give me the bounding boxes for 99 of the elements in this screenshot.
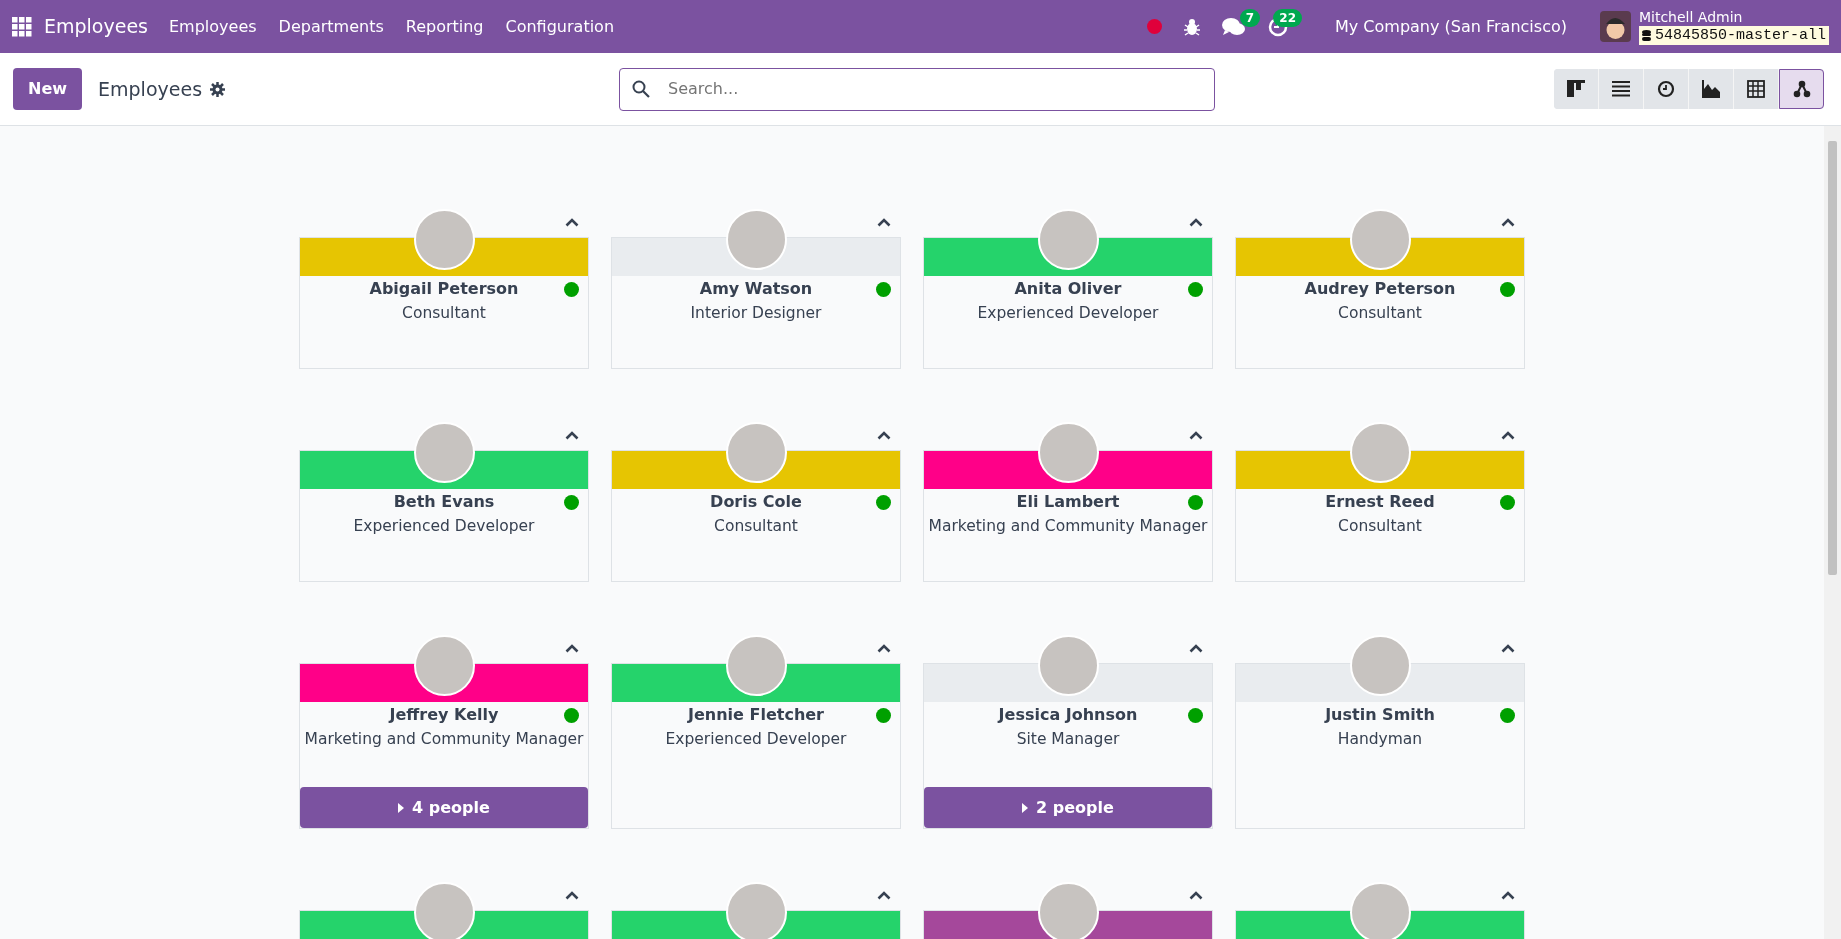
presence-dot (1500, 495, 1515, 510)
presence-dot (876, 708, 891, 723)
clock-icon (1657, 80, 1675, 98)
menu-item[interactable]: Configuration (494, 14, 626, 39)
employee-name: Jeffrey Kelly (389, 704, 499, 726)
chevron-up-icon[interactable] (1189, 891, 1203, 900)
presence-dot (1500, 282, 1515, 297)
presence-dot (876, 495, 891, 510)
job-title: Experienced Developer (352, 516, 536, 537)
employee-card[interactable]: Justin Smith Handyman (1235, 663, 1525, 829)
job-title: Marketing and Community Manager (303, 729, 585, 750)
company-name[interactable]: My Company (San Francisco) (1324, 14, 1578, 39)
presence-dot (876, 282, 891, 297)
settings-icon[interactable] (210, 81, 226, 97)
job-title: Handyman (1336, 729, 1424, 750)
employee-name: Jessica Johnson (998, 704, 1138, 726)
presence-dot (1188, 282, 1203, 297)
chevron-up-icon[interactable] (1189, 218, 1203, 227)
job-title: Experienced Developer (664, 729, 848, 750)
chevron-up-icon[interactable] (877, 891, 891, 900)
employee-name: Anita Oliver (1014, 278, 1122, 300)
menu-item[interactable]: Departments (267, 14, 395, 39)
user-avatar[interactable] (1599, 11, 1631, 42)
presence-dot (564, 282, 579, 297)
database-icon (1641, 29, 1651, 41)
chevron-up-icon[interactable] (1501, 431, 1515, 440)
employee-name: Jennie Fletcher (688, 704, 824, 726)
chevron-up-icon[interactable] (877, 218, 891, 227)
database-name: 54845850-master-all (1638, 25, 1829, 45)
chevron-up-icon[interactable] (565, 431, 579, 440)
activity-count: 22 (1273, 8, 1302, 27)
status-dot-icon[interactable] (1147, 19, 1162, 34)
employee-card[interactable]: Jessica Johnson Site Manager 2 people (923, 663, 1213, 829)
apps-menu-icon[interactable] (12, 16, 32, 37)
employee-name: Justin Smith (1325, 704, 1435, 726)
presence-dot (564, 495, 579, 510)
user-name[interactable]: Mitchell Admin (1638, 8, 1829, 26)
employee-name: Doris Cole (710, 491, 802, 513)
scrollbar[interactable] (1824, 126, 1841, 939)
search-bar[interactable]: Search... (619, 67, 1215, 111)
hierarchy-icon (1792, 80, 1811, 98)
presence-dot (1500, 708, 1515, 723)
chevron-up-icon[interactable] (1501, 218, 1515, 227)
chevron-up-icon[interactable] (1501, 891, 1515, 900)
job-title: Site Manager (1015, 729, 1121, 750)
employee-name: Abigail Peterson (369, 278, 519, 300)
area-chart-icon (1702, 80, 1720, 98)
chevron-up-icon[interactable] (565, 644, 579, 653)
employee-card[interactable]: Jeffrey Kelly Marketing and Community Manager 4 people (299, 663, 589, 829)
app-title[interactable]: Employees (44, 12, 148, 41)
message-count: 7 (1239, 8, 1260, 27)
chevron-up-icon[interactable] (1189, 644, 1203, 653)
breadcrumb-title: Employees (98, 76, 203, 102)
employee-card[interactable]: Audrey Peterson Consultant (1235, 237, 1525, 369)
job-title: Consultant (1337, 516, 1423, 537)
search-input[interactable]: Search... (666, 76, 1202, 102)
employee-card[interactable]: Ernest Reed Consultant (1235, 450, 1525, 582)
job-title: Experienced Developer (976, 303, 1160, 324)
new-button[interactable]: New (13, 68, 83, 110)
menu-item[interactable]: Reporting (394, 14, 495, 39)
view-button[interactable] (1779, 69, 1824, 109)
employee-card[interactable]: Eli Lambert Marketing and Community Manager (923, 450, 1213, 582)
chevron-up-icon[interactable] (1189, 431, 1203, 440)
employee-card[interactable]: Amy Watson Interior Designer (611, 237, 901, 369)
bug-icon[interactable] (1184, 17, 1200, 36)
employee-card[interactable]: Jennie Fletcher Experienced Developer (611, 663, 901, 829)
job-title: Marketing and Community Manager (927, 516, 1209, 537)
employee-card[interactable]: Doris Cole Consultant (611, 450, 901, 582)
chevron-up-icon[interactable] (565, 891, 579, 900)
employee-name: Audrey Peterson (1304, 278, 1456, 300)
menu-item[interactable]: Employees (158, 14, 268, 39)
employee-name: Beth Evans (393, 491, 495, 513)
team-button[interactable]: 4 people (300, 787, 588, 828)
caret-right-icon (398, 802, 405, 813)
job-title: Consultant (401, 303, 487, 324)
employee-card[interactable]: Abigail Peterson Consultant (299, 237, 589, 369)
table-icon (1747, 80, 1765, 98)
presence-dot (1188, 708, 1203, 723)
employee-card[interactable]: Beth Evans Experienced Developer (299, 450, 589, 582)
presence-dot (1188, 495, 1203, 510)
employee-name: Amy Watson (699, 278, 813, 300)
presence-dot (564, 708, 579, 723)
list-icon (1612, 80, 1630, 98)
scrollbar-thumb[interactable] (1828, 141, 1837, 575)
kanban-icon (1567, 80, 1585, 98)
job-title: Interior Designer (689, 303, 823, 324)
search-icon (632, 80, 650, 98)
employee-card[interactable]: Anita Oliver Experienced Developer (923, 237, 1213, 369)
chevron-up-icon[interactable] (877, 431, 891, 440)
chevron-up-icon[interactable] (1501, 644, 1515, 653)
chevron-up-icon[interactable] (565, 218, 579, 227)
job-title: Consultant (713, 516, 799, 537)
employee-name: Ernest Reed (1325, 491, 1435, 513)
job-title: Consultant (1337, 303, 1423, 324)
caret-right-icon (1022, 802, 1029, 813)
chevron-up-icon[interactable] (877, 644, 891, 653)
team-button[interactable]: 2 people (924, 787, 1212, 828)
employee-name: Eli Lambert (1016, 491, 1120, 513)
chat-icon[interactable] (1222, 16, 1246, 37)
